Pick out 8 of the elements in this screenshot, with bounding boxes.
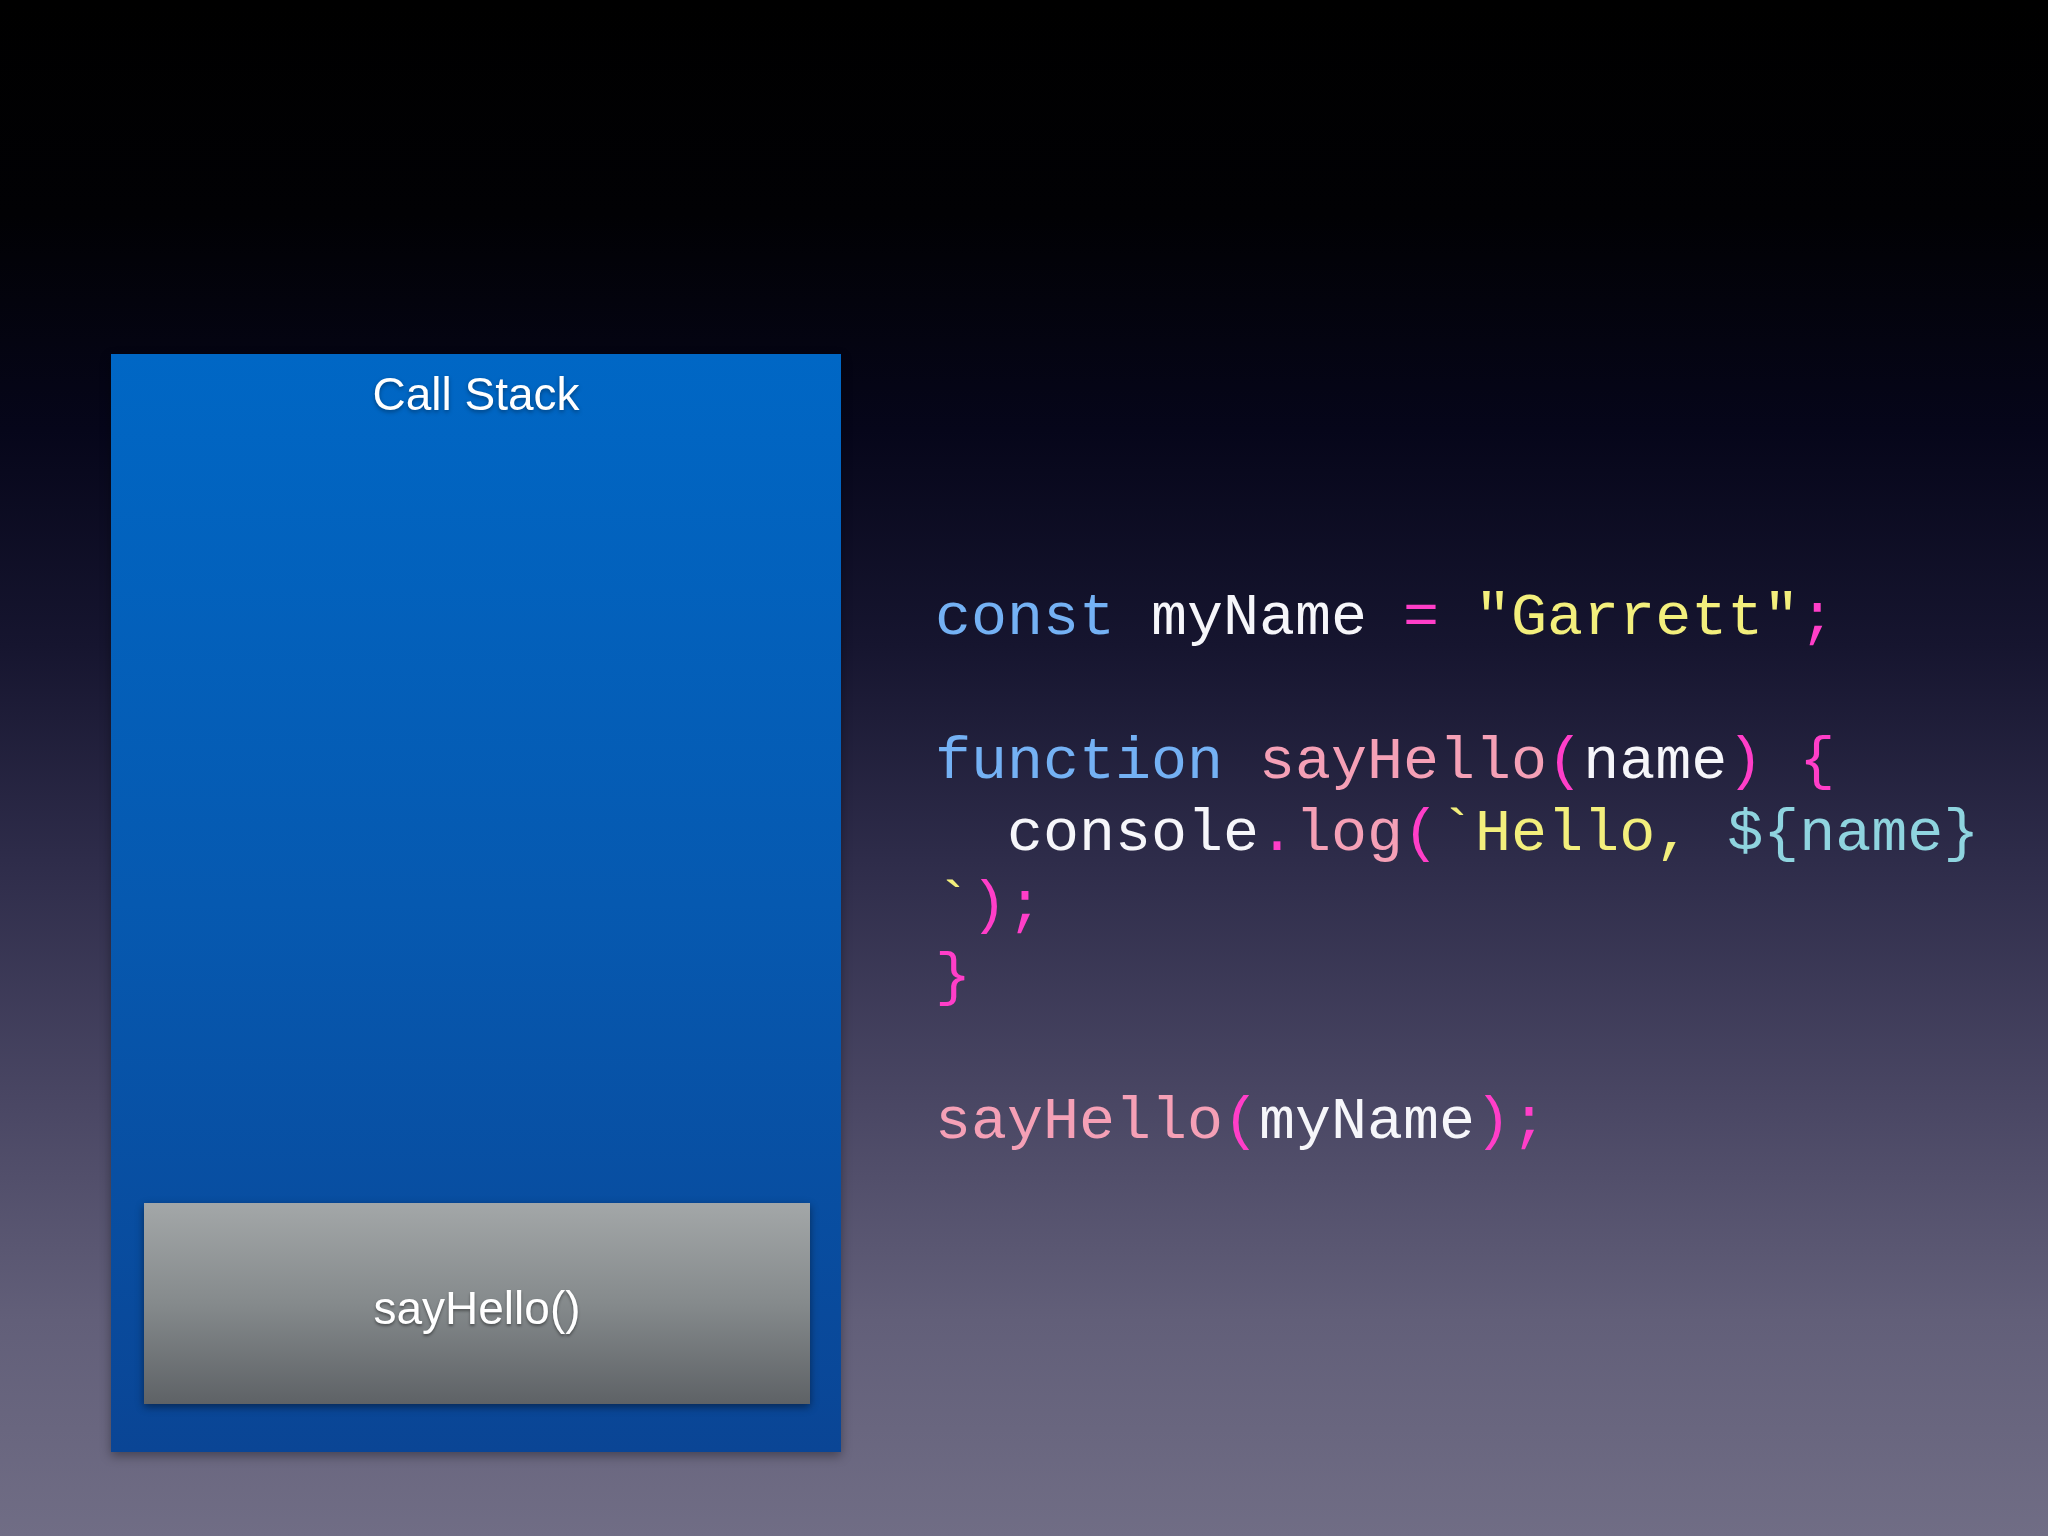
code-line: `); bbox=[935, 871, 1045, 942]
code-line: } bbox=[935, 943, 972, 1014]
code-line: sayHello(myName); bbox=[935, 1087, 1549, 1158]
code-line: function sayHello(name) { bbox=[935, 727, 1837, 798]
stack-frame: sayHello() bbox=[144, 1203, 810, 1404]
code-line: console.log(`Hello, ${name} bbox=[1006, 799, 1980, 870]
code-line: const myName = "Garrett"; bbox=[935, 583, 1837, 654]
panel-title: Call Stack bbox=[372, 367, 580, 421]
